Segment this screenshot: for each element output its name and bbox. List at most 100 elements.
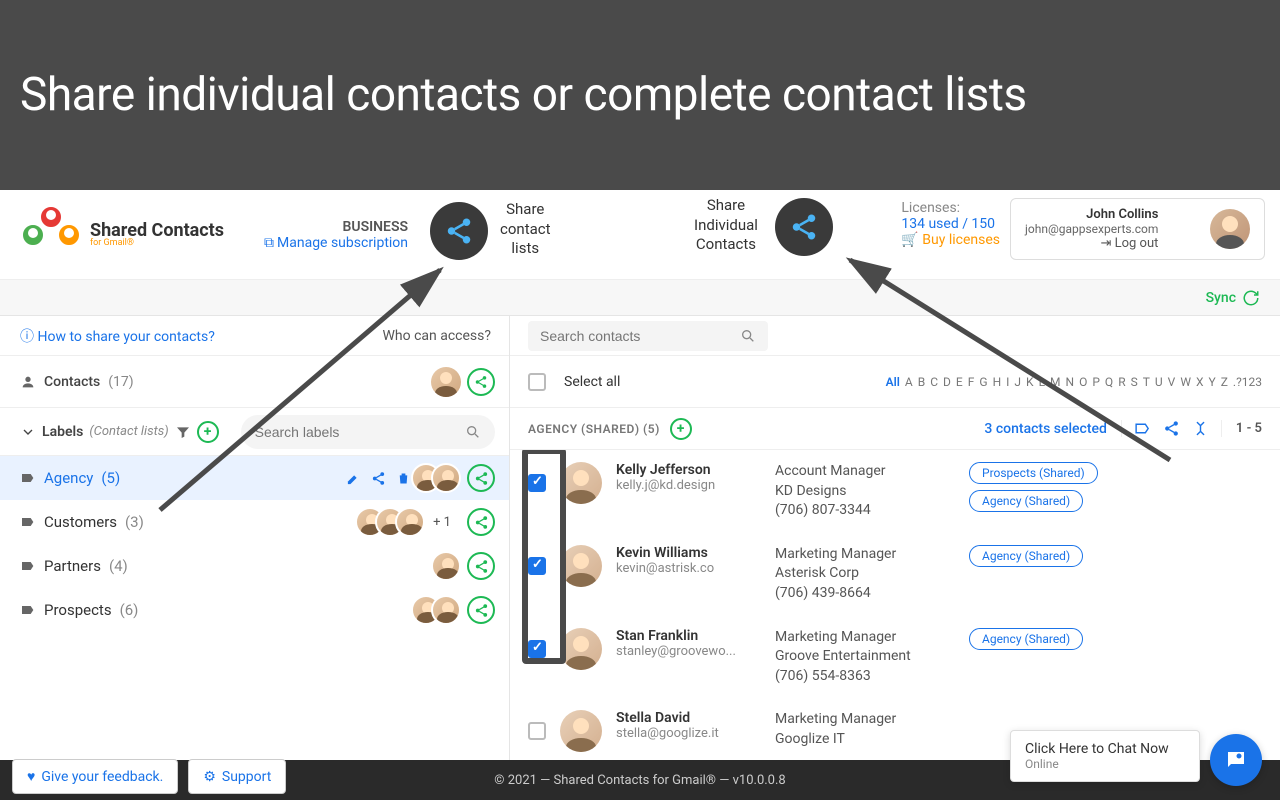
search-labels-field[interactable]: [241, 415, 495, 449]
alpha-E[interactable]: E: [956, 375, 963, 389]
logout-link[interactable]: ⇥ Log out: [1025, 236, 1158, 251]
sidebar: ⓘ How to share your contacts? Who can ac…: [0, 316, 510, 760]
sidebar-label-agency[interactable]: Agency (5): [0, 456, 509, 500]
select-all-checkbox[interactable]: [528, 373, 546, 391]
row-checkbox[interactable]: [528, 474, 546, 492]
search-labels-input[interactable]: [255, 424, 465, 440]
chat-bubble-button[interactable]: [1210, 734, 1262, 786]
alpha-F[interactable]: F: [968, 375, 975, 389]
label-icon: [20, 602, 36, 618]
alpha-T[interactable]: T: [1143, 375, 1150, 389]
contact-row[interactable]: Stan Franklinstanley@groovewo...Marketin…: [510, 616, 1280, 699]
logo-text: Shared Contacts for Gmail®: [90, 222, 224, 248]
licenses-used: 134 used / 150: [901, 216, 1000, 232]
buy-licenses-link[interactable]: 🛒 Buy licenses: [901, 232, 1000, 248]
alpha-V[interactable]: V: [1168, 375, 1176, 389]
contact-email: stanley@groovewo...: [616, 644, 761, 659]
manage-subscription-link[interactable]: ⧉Manage subscription: [264, 235, 408, 251]
labels-header: Labels (Contact lists) +: [0, 408, 509, 456]
alpha-I[interactable]: I: [1006, 375, 1009, 389]
selected-count: 3 contacts selected: [984, 421, 1106, 437]
chevron-down-icon[interactable]: [20, 424, 36, 440]
alpha-C[interactable]: C: [930, 375, 938, 389]
contact-name: Kevin Williams: [616, 545, 761, 561]
contact-tags: Agency (Shared): [969, 545, 1262, 567]
sync-button[interactable]: Sync: [1206, 289, 1260, 307]
alpha-M[interactable]: M: [1050, 375, 1060, 389]
sidebar-contacts-row[interactable]: Contacts (17): [0, 356, 509, 408]
search-contacts-field[interactable]: [528, 321, 768, 351]
label-icon[interactable]: [1134, 420, 1151, 437]
edit-icon[interactable]: [346, 471, 361, 486]
alpha-U[interactable]: U: [1155, 375, 1163, 389]
share-label-button[interactable]: [467, 596, 495, 624]
alpha-Y[interactable]: Y: [1209, 375, 1216, 389]
contact-row[interactable]: Kelly Jeffersonkelly.j@kd.designAccount …: [510, 450, 1280, 533]
trash-icon[interactable]: [396, 471, 411, 486]
chat-widget[interactable]: Click Here to Chat Now Online: [1010, 730, 1200, 782]
who-can-access-label: Who can access?: [383, 328, 492, 344]
contact-avatar: [560, 628, 602, 670]
alpha-W[interactable]: W: [1180, 375, 1191, 389]
tag[interactable]: Agency (Shared): [969, 628, 1083, 650]
label-list: Agency (5)Customers (3)+ 1Partners (4)Pr…: [0, 456, 509, 632]
tag[interactable]: Prospects (Shared): [969, 462, 1098, 484]
logo-icon: [20, 204, 82, 266]
main: ⓘ How to share your contacts? Who can ac…: [0, 316, 1280, 760]
alpha-O[interactable]: O: [1079, 375, 1087, 389]
alpha-J[interactable]: J: [1014, 375, 1021, 389]
alpha-P[interactable]: P: [1092, 375, 1100, 389]
share-label-button[interactable]: [467, 464, 495, 492]
share-icon[interactable]: [371, 471, 386, 486]
person-icon: [20, 374, 36, 390]
row-checkbox[interactable]: [528, 722, 546, 740]
alpha-S[interactable]: S: [1131, 375, 1138, 389]
share-label-button[interactable]: [467, 508, 495, 536]
row-checkbox[interactable]: [528, 640, 546, 658]
feedback-button[interactable]: ♥ Give your feedback.: [12, 759, 178, 794]
more-count: + 1: [433, 515, 451, 530]
sidebar-label-partners[interactable]: Partners (4): [0, 544, 509, 588]
alpha-L[interactable]: L: [1039, 375, 1045, 389]
alpha-A[interactable]: A: [905, 375, 913, 389]
share-label-button[interactable]: [467, 552, 495, 580]
alpha-Q[interactable]: Q: [1105, 375, 1113, 389]
alpha-K[interactable]: K: [1026, 375, 1034, 389]
banner-title: Share individual contacts or complete co…: [20, 68, 1027, 122]
share-contacts-button[interactable]: [467, 368, 495, 396]
alpha-D[interactable]: D: [943, 375, 951, 389]
howto-link[interactable]: ⓘ How to share your contacts?: [20, 326, 215, 346]
contact-email: kevin@astrisk.co: [616, 561, 761, 576]
licenses-block: Licenses: 134 used / 150 🛒 Buy licenses: [901, 200, 1000, 248]
tag[interactable]: Agency (Shared): [969, 545, 1083, 567]
search-contacts-input[interactable]: [540, 328, 740, 344]
plan-block: BUSINESS ⧉Manage subscription: [264, 219, 408, 251]
alpha-G[interactable]: G: [979, 375, 987, 389]
contact-row[interactable]: Kevin Williamskevin@astrisk.coMarketing …: [510, 533, 1280, 616]
chat-status: Online: [1025, 757, 1185, 771]
access-avatar: [431, 367, 461, 397]
contact-name: Stan Franklin: [616, 628, 761, 644]
alpha-X[interactable]: X: [1196, 375, 1204, 389]
alpha-.?123[interactable]: .?123: [1233, 375, 1262, 389]
alpha-H[interactable]: H: [993, 375, 1002, 389]
contact-tags: Agency (Shared): [969, 628, 1262, 650]
alpha-R[interactable]: R: [1118, 375, 1125, 389]
filter-icon[interactable]: [175, 424, 191, 440]
tag[interactable]: Agency (Shared): [969, 490, 1083, 512]
share-selected-icon[interactable]: [1163, 420, 1180, 437]
sidebar-label-prospects[interactable]: Prospects (6): [0, 588, 509, 632]
merge-icon[interactable]: [1192, 420, 1209, 437]
add-contact-button[interactable]: +: [670, 418, 692, 440]
sidebar-label-customers[interactable]: Customers (3)+ 1: [0, 500, 509, 544]
support-button[interactable]: ⚙ Support: [188, 759, 286, 794]
alpha-Z[interactable]: Z: [1221, 375, 1228, 389]
row-checkbox[interactable]: [528, 557, 546, 575]
content: Select all AllABCDEFGHIJKLMNOPQRSTUVWXYZ…: [510, 316, 1280, 760]
chat-icon: [1224, 748, 1248, 772]
alpha-B[interactable]: B: [918, 375, 925, 389]
add-label-button[interactable]: +: [197, 421, 219, 443]
pager: 1 - 5: [1236, 421, 1262, 436]
alpha-all[interactable]: All: [886, 375, 900, 389]
alpha-N[interactable]: N: [1066, 375, 1075, 389]
